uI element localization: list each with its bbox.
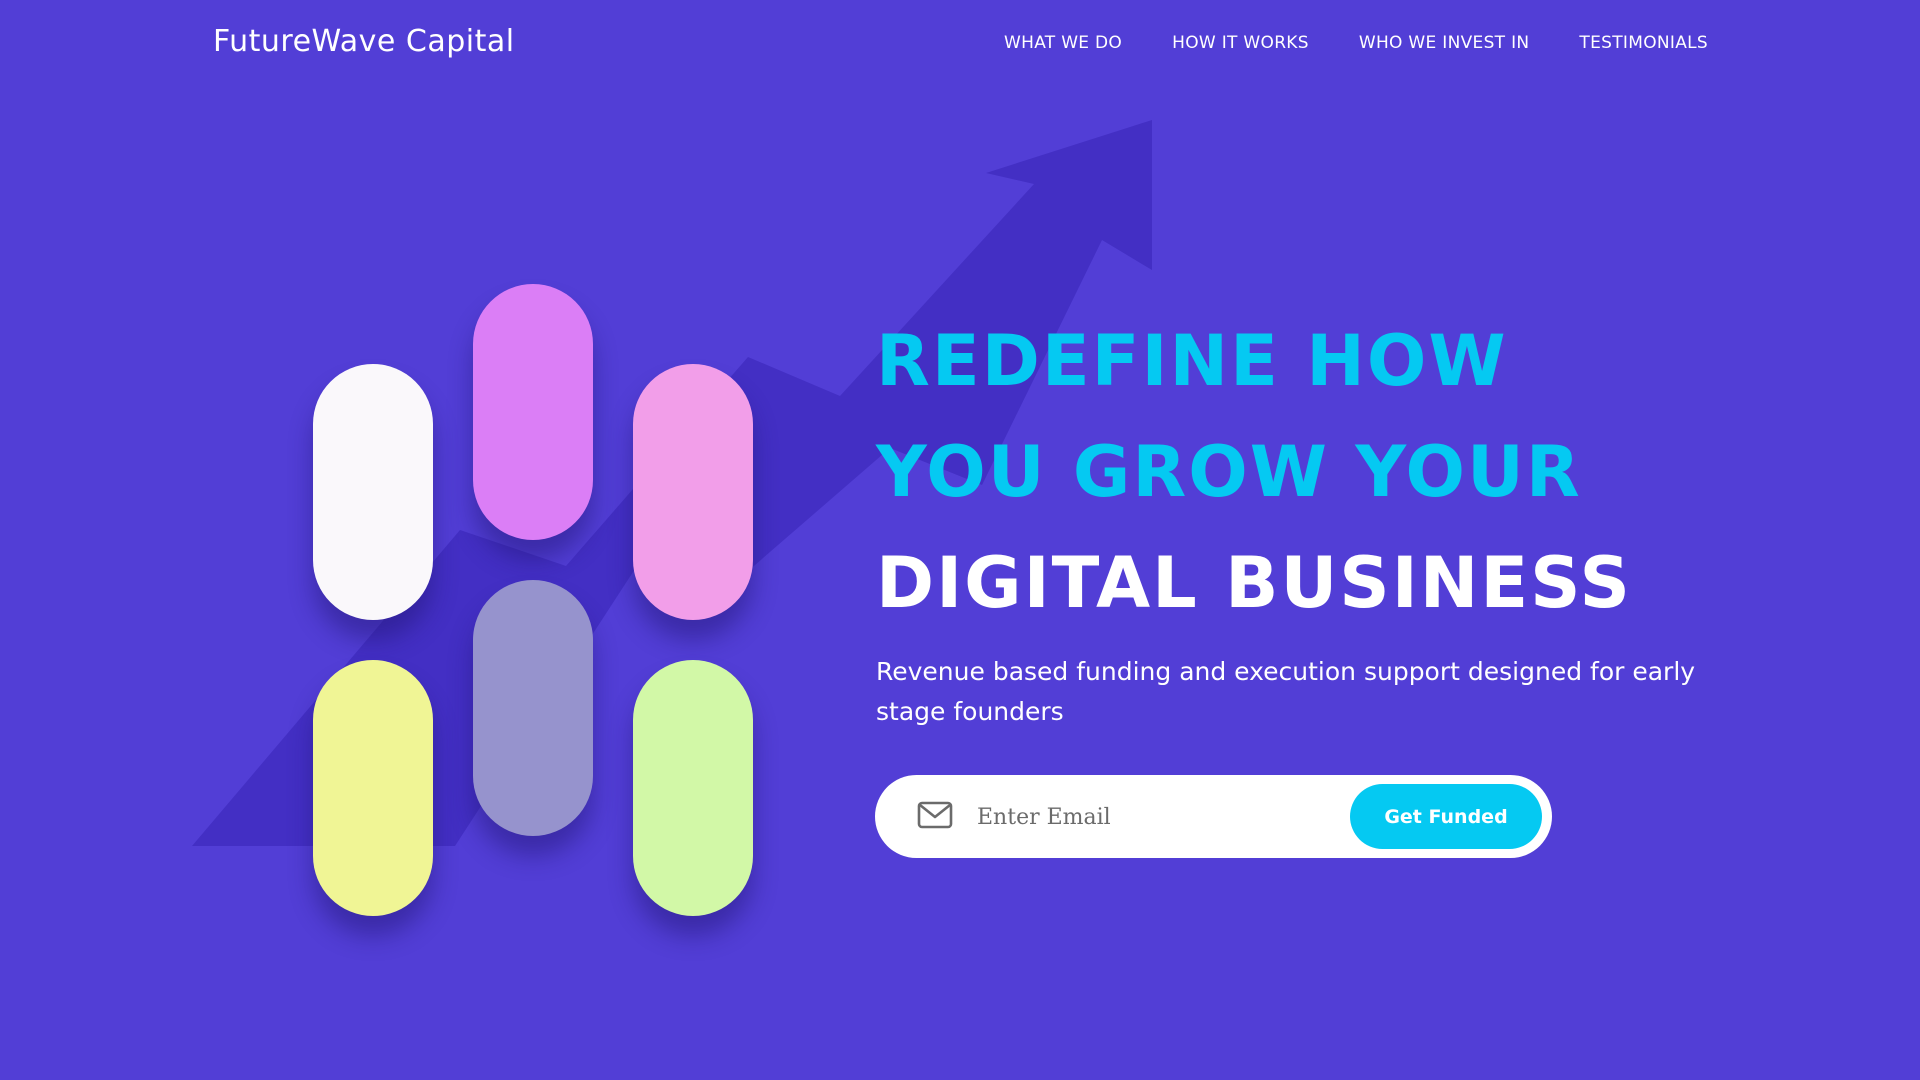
email-signup-form: Get Funded [875, 775, 1552, 858]
mail-icon [917, 801, 953, 829]
brand-logo[interactable]: FutureWave Capital [213, 24, 515, 59]
pill-green [633, 660, 753, 916]
pill-pink [633, 364, 753, 620]
pill-violet [473, 284, 593, 540]
hero-subtitle: Revenue based funding and execution supp… [876, 657, 1696, 726]
get-funded-button[interactable]: Get Funded [1350, 784, 1542, 849]
hero-title-line-2: YOU GROW YOUR [876, 431, 1582, 513]
nav-testimonials[interactable]: TESTIMONIALS [1579, 33, 1708, 53]
email-input[interactable] [975, 793, 1319, 841]
hero-title: REDEFINE HOW YOU GROW YOUR DIGITAL BUSIN… [876, 306, 1632, 639]
main-nav: WHAT WE DO HOW IT WORKS WHO WE INVEST IN… [1004, 33, 1708, 53]
nav-what-we-do[interactable]: WHAT WE DO [1004, 33, 1122, 53]
hero-title-line-3: DIGITAL BUSINESS [876, 542, 1632, 624]
pill-lavender [473, 580, 593, 836]
pill-yellow [313, 660, 433, 916]
nav-how-it-works[interactable]: HOW IT WORKS [1172, 33, 1309, 53]
nav-who-we-invest-in[interactable]: WHO WE INVEST IN [1359, 33, 1530, 53]
landing-page: FutureWave Capital WHAT WE DO HOW IT WOR… [0, 0, 1920, 1080]
hero-title-line-1: REDEFINE HOW [876, 320, 1508, 402]
site-header: FutureWave Capital WHAT WE DO HOW IT WOR… [0, 0, 1920, 88]
pill-white [313, 364, 433, 620]
